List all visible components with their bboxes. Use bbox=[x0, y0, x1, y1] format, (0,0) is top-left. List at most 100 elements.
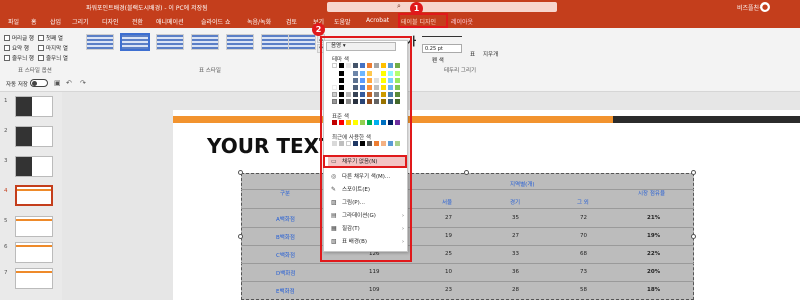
thumbnail-number: 5 bbox=[4, 218, 8, 224]
redo-icon[interactable]: ↷ bbox=[80, 79, 86, 87]
checkbox-label: 머리글 행 bbox=[12, 36, 34, 42]
thumbnail-accent bbox=[16, 271, 52, 273]
table-cell: 27 bbox=[445, 215, 452, 221]
table-style-tile[interactable] bbox=[261, 34, 289, 50]
slide-thumbnail[interactable] bbox=[15, 216, 53, 237]
checkbox-box[interactable] bbox=[38, 45, 44, 51]
checkbox-header-row[interactable]: 머리글 행 bbox=[4, 34, 34, 42]
table-cell: 33 bbox=[512, 251, 519, 257]
tab-transitions[interactable]: 전환 bbox=[132, 17, 143, 26]
save-icon[interactable]: ▣ bbox=[54, 79, 61, 87]
step-badge-1: 1 bbox=[410, 2, 423, 15]
checkbox-box[interactable] bbox=[4, 35, 10, 41]
table-cell: 28 bbox=[512, 287, 519, 293]
resize-handle[interactable] bbox=[691, 170, 696, 175]
table-divider bbox=[241, 189, 694, 190]
tab-help[interactable]: 도움말 bbox=[334, 17, 351, 26]
checkbox-banded-rows[interactable]: 줄무늬 행 bbox=[4, 54, 34, 62]
slide-thumbnail-selected[interactable] bbox=[15, 185, 53, 206]
tab-insert[interactable]: 삽입 bbox=[50, 17, 61, 26]
tab-animations[interactable]: 애니메이션 bbox=[156, 17, 184, 26]
slide-thumbnail[interactable] bbox=[15, 156, 53, 177]
table-cell-share: 19% bbox=[647, 233, 661, 239]
thumbnail-image bbox=[16, 97, 33, 116]
table-row-name: E백화점 bbox=[276, 289, 295, 295]
table-header-col: 경기 bbox=[510, 200, 521, 206]
tab-acrobat[interactable]: Acrobat bbox=[366, 17, 389, 24]
pen-color-button[interactable]: 펜 색 bbox=[432, 56, 444, 64]
tab-layout[interactable]: 레이아웃 bbox=[451, 17, 473, 26]
autosave-label: 자동 저장 bbox=[6, 82, 28, 88]
group-label-style-options: 표 스타일 옵션 bbox=[18, 68, 52, 74]
checkbox-banded-columns[interactable]: 줄무늬 열 bbox=[38, 54, 68, 62]
table-cell-share: 20% bbox=[647, 269, 661, 275]
table-row-name: B백화점 bbox=[276, 235, 295, 241]
table-cell-share: 22% bbox=[647, 251, 661, 257]
table-header-col: 그 외 bbox=[577, 200, 589, 206]
checkbox-box[interactable] bbox=[38, 35, 44, 41]
resize-handle[interactable] bbox=[238, 234, 243, 239]
title-bar: 파워포인트배경(블랙도시배경) - 이 PC에 저장됨 ⌕ 비즈플친구5 ● bbox=[0, 0, 800, 14]
checkbox-box[interactable] bbox=[4, 45, 10, 51]
undo-icon[interactable]: ↶ bbox=[66, 79, 72, 87]
tab-home[interactable]: 홈 bbox=[31, 17, 37, 26]
table-cell-share: 21% bbox=[647, 215, 661, 221]
table-cell: 27 bbox=[512, 233, 519, 239]
thumbnail-accent bbox=[16, 245, 52, 247]
table-style-tile[interactable] bbox=[226, 34, 254, 50]
table-divider bbox=[241, 227, 694, 228]
tab-design[interactable]: 디자인 bbox=[102, 17, 119, 26]
resize-handle[interactable] bbox=[464, 170, 469, 175]
slide-thumbnail[interactable] bbox=[15, 242, 53, 263]
checkbox-total-row[interactable]: 요약 행 bbox=[4, 44, 29, 52]
checkbox-last-column[interactable]: 마지막 열 bbox=[38, 44, 68, 52]
thumbnail-number: 6 bbox=[4, 244, 8, 250]
tab-review[interactable]: 검토 bbox=[286, 17, 297, 26]
resize-handle[interactable] bbox=[691, 234, 696, 239]
eraser-button[interactable]: 지우개 bbox=[483, 50, 498, 58]
table-cell: 35 bbox=[512, 215, 519, 221]
table-draw-button[interactable]: 표 bbox=[470, 50, 475, 58]
thumbnail-accent bbox=[17, 189, 51, 191]
tab-slideshow[interactable]: 슬라이드 쇼 bbox=[201, 17, 231, 26]
checkbox-first-column[interactable]: 첫째 열 bbox=[38, 34, 63, 42]
autosave-toggle[interactable] bbox=[30, 79, 48, 87]
slide-thumbnail[interactable] bbox=[15, 268, 53, 289]
table-cell: 23 bbox=[445, 287, 452, 293]
table-style-tile[interactable] bbox=[191, 34, 219, 50]
table-style-tile-selected[interactable] bbox=[120, 33, 150, 51]
slide-thumbnails-pane: 1 2 3 4 5 6 7 bbox=[0, 92, 62, 300]
checkbox-box[interactable] bbox=[4, 55, 10, 61]
checkbox-box[interactable] bbox=[38, 55, 44, 61]
table-style-tile[interactable] bbox=[156, 34, 184, 50]
avatar[interactable]: ● bbox=[760, 2, 770, 12]
checkbox-label: 마지막 열 bbox=[46, 46, 68, 52]
resize-handle[interactable] bbox=[238, 170, 243, 175]
search-box[interactable]: ⌕ bbox=[327, 2, 557, 12]
pen-style-line[interactable] bbox=[422, 36, 462, 37]
search-icon: ⌕ bbox=[397, 2, 401, 10]
table-divider bbox=[241, 263, 694, 264]
toggle-knob bbox=[32, 81, 37, 86]
group-label-table-styles: 표 스타일 bbox=[199, 68, 221, 74]
table-cell: 73 bbox=[580, 269, 587, 275]
highlight-box-tab bbox=[398, 13, 448, 28]
tab-file[interactable]: 파일 bbox=[8, 17, 19, 26]
tab-draw[interactable]: 그리기 bbox=[72, 17, 89, 26]
checkbox-label: 요약 행 bbox=[12, 46, 29, 52]
slide-thumbnail[interactable] bbox=[15, 96, 53, 117]
table-divider bbox=[241, 281, 694, 282]
tab-record[interactable]: 녹음/녹화 bbox=[247, 17, 271, 26]
window-title: 파워포인트배경(블랙도시배경) - 이 PC에 저장됨 bbox=[86, 5, 208, 12]
table-row-name: D백화점 bbox=[276, 271, 296, 277]
slide-thumbnail[interactable] bbox=[15, 126, 53, 147]
table-style-tile[interactable] bbox=[86, 34, 114, 50]
table-row-name: A백화점 bbox=[276, 217, 295, 223]
table-divider bbox=[241, 245, 694, 246]
table-style-tile[interactable] bbox=[288, 34, 316, 50]
pen-weight-field[interactable]: 0.25 pt bbox=[422, 44, 462, 53]
table-cell: 19 bbox=[445, 233, 452, 239]
table-header-col: 서울 bbox=[442, 200, 453, 206]
table-header-region: 지역별(개) bbox=[510, 182, 535, 188]
step-badge-2: 2 bbox=[312, 23, 325, 36]
